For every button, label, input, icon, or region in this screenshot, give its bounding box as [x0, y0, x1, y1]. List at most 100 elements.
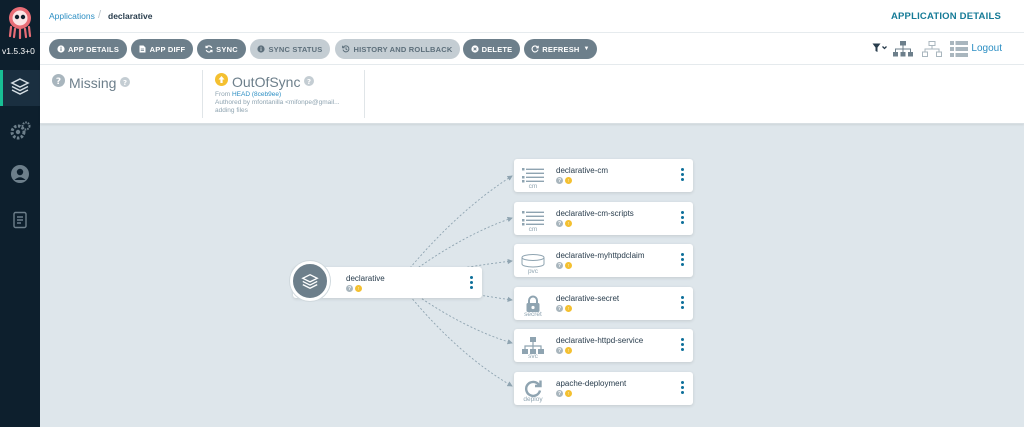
health-unknown-icon: ?: [556, 177, 563, 184]
health-unknown-icon: ?: [556, 305, 563, 312]
caret-down-icon: ▼: [583, 46, 590, 52]
resource-name: declarative-cm-scripts: [556, 209, 634, 218]
top-bar: Applications / declarative APPLICATION D…: [40, 0, 1024, 33]
list-view-icon[interactable]: [950, 41, 968, 57]
status-panel: ? Missing ? OutOfSync ? From HEAD (8ceb9…: [40, 65, 1024, 124]
argo-logo-icon[interactable]: [6, 5, 34, 40]
health-status: ? Missing ?: [52, 74, 131, 92]
resource-menu-button[interactable]: [681, 253, 684, 266]
commit-message: adding files: [215, 107, 248, 114]
status-divider: [364, 70, 365, 118]
sidebar-item-applications[interactable]: [0, 70, 40, 106]
resource-menu-button[interactable]: [681, 168, 684, 181]
resource-node-declarative-myhttpdclaim[interactable]: pvc declarative-myhttpdclaim ? ↑: [514, 244, 693, 277]
revision-link[interactable]: HEAD (8ceb9ee): [232, 91, 281, 98]
status-divider: [202, 70, 203, 118]
question-circle-icon: ?: [52, 74, 65, 92]
out-of-sync-icon: ↑: [565, 220, 572, 227]
app-diff-label: APP DIFF: [149, 44, 186, 54]
resource-node-declarative-secret[interactable]: secret declarative-secret ? ↑: [514, 287, 693, 320]
out-of-sync-icon: ↑: [355, 285, 362, 292]
resource-kind: secret: [524, 311, 542, 318]
health-status-text: Missing: [69, 75, 117, 91]
app-node-name: declarative: [346, 274, 385, 283]
history-rollback-label: HISTORY AND ROLLBACK: [353, 44, 453, 54]
out-of-sync-icon: ↑: [565, 262, 572, 269]
commit-author: Authored by mfontanilla <mifonpe@gmail..…: [215, 99, 340, 106]
resource-name: declarative-secret: [556, 294, 620, 303]
sync-status-text: OutOfSync: [232, 74, 301, 90]
layers-icon: [10, 76, 30, 101]
app-details-label: APP DETAILS: [67, 44, 120, 54]
resource-menu-button[interactable]: [681, 211, 684, 224]
help-icon[interactable]: ?: [120, 74, 131, 92]
edge-apache-deployment: [409, 295, 513, 387]
sync-button[interactable]: SYNC: [197, 39, 246, 59]
sync-status-button[interactable]: SYNC STATUS: [250, 39, 330, 59]
docs-icon: [12, 211, 28, 234]
sidebar-item-settings[interactable]: [0, 115, 40, 151]
app-details-button[interactable]: APP DETAILS: [49, 39, 127, 59]
edge-declarative-cm: [409, 175, 513, 269]
redo-icon: [531, 45, 540, 53]
filter-icon[interactable]: [872, 43, 888, 53]
resource-status: ? ↑: [556, 220, 572, 227]
app-node-icon: [290, 261, 330, 301]
delete-label: DELETE: [481, 44, 513, 54]
help-icon[interactable]: ?: [304, 73, 315, 91]
resource-kind: cm: [528, 183, 538, 190]
resource-graph: declarative ? ↑ cm declarative-cm ? ↑ cm …: [40, 124, 1024, 427]
times-circle-icon: [470, 45, 479, 53]
resource-status: ? ↑: [556, 347, 572, 354]
refresh-label: REFRESH: [542, 44, 580, 54]
resource-node-apache-deployment[interactable]: deploy apache-deployment ? ↑: [514, 372, 693, 405]
edge-declarative-httpd-service: [411, 291, 513, 345]
out-of-sync-icon: ↑: [565, 347, 572, 354]
resource-status: ? ↑: [556, 262, 572, 269]
delete-button[interactable]: DELETE: [463, 39, 520, 59]
resource-menu-button[interactable]: [681, 296, 684, 309]
info-icon: [57, 45, 65, 53]
svg-text:?: ?: [123, 79, 127, 87]
health-unknown-icon: ?: [556, 262, 563, 269]
sync-label: SYNC: [216, 44, 238, 54]
breadcrumb-applications-link[interactable]: Applications: [49, 11, 95, 21]
resource-status: ? ↑: [556, 390, 572, 397]
page-title: APPLICATION DETAILS: [890, 11, 1001, 22]
tree-view-icon[interactable]: [893, 41, 913, 57]
app-diff-button[interactable]: APP DIFF: [131, 39, 193, 59]
resource-node-declarative-cm[interactable]: cm declarative-cm ? ↑: [514, 159, 693, 192]
resource-name: declarative-myhttpdclaim: [556, 251, 645, 260]
resource-node-declarative-httpd-service[interactable]: svc declarative-httpd-service ? ↑: [514, 329, 693, 362]
logout-link[interactable]: Logout: [971, 43, 1002, 54]
svg-text:?: ?: [307, 78, 311, 86]
app-node[interactable]: declarative ? ↑: [290, 261, 482, 301]
health-unknown-icon: ?: [556, 390, 563, 397]
health-unknown-icon: ?: [556, 220, 563, 227]
gears-icon: [9, 121, 31, 146]
resource-name: apache-deployment: [556, 379, 627, 388]
history-rollback-button[interactable]: HISTORY AND ROLLBACK: [335, 39, 460, 59]
app-node-menu-button[interactable]: [470, 276, 473, 289]
user-icon: [10, 164, 30, 189]
info-icon: [257, 45, 266, 53]
svg-text:?: ?: [56, 77, 61, 87]
sync-status-label: SYNC STATUS: [268, 44, 323, 54]
resource-name: declarative-cm: [556, 166, 609, 175]
resource-kind: pvc: [527, 268, 539, 275]
sync-revision: From HEAD (8ceb9ee): [215, 91, 340, 99]
sidebar-item-user-info[interactable]: [0, 158, 40, 194]
resource-name: declarative-httpd-service: [556, 336, 644, 345]
out-of-sync-icon: ↑: [565, 390, 572, 397]
resource-menu-button[interactable]: [681, 381, 684, 394]
refresh-button[interactable]: REFRESH ▼: [524, 39, 597, 59]
resource-status: ? ↑: [556, 177, 572, 184]
resource-kind: cm: [528, 226, 538, 233]
sidebar-item-docs[interactable]: [0, 204, 40, 240]
resource-kind: svc: [528, 353, 538, 360]
app-node-status: ? ↑: [346, 285, 362, 292]
sync-status: OutOfSync ? From HEAD (8ceb9ee) Authored…: [215, 73, 340, 115]
resource-menu-button[interactable]: [681, 338, 684, 351]
resource-node-declarative-cm-scripts[interactable]: cm declarative-cm-scripts ? ↑: [514, 202, 693, 235]
network-view-icon[interactable]: [922, 41, 942, 57]
